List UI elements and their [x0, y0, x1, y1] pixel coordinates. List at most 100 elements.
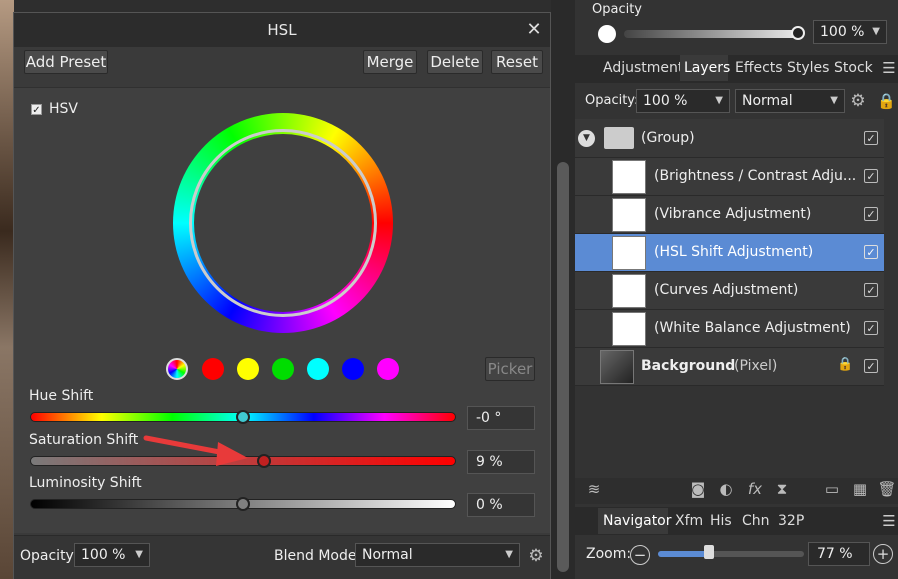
top-opacity-dropdown[interactable]: 100 % ▼	[813, 20, 887, 44]
adjustment-icon[interactable]: ◐	[716, 480, 736, 498]
gear-icon[interactable]: ⚙	[526, 546, 546, 566]
picker-button[interactable]: Picker	[485, 357, 535, 381]
add-preset-button[interactable]: Add Preset	[24, 50, 108, 74]
tab-channels[interactable]: Chn	[742, 508, 770, 534]
visibility-checkbox[interactable]: ✓	[864, 283, 878, 297]
visibility-checkbox[interactable]: ✓	[864, 359, 878, 373]
group-folder-icon[interactable]: ▭	[821, 480, 843, 498]
lock-icon[interactable]: 🔒	[837, 357, 853, 372]
folder-icon	[604, 127, 634, 149]
layer-row-selected[interactable]: (HSL Shift Adjustment) ✓	[575, 234, 884, 272]
layers-stack-icon[interactable]: ≋	[582, 480, 606, 498]
hue-shift-handle[interactable]	[236, 410, 250, 424]
adjustment-thumbnail	[612, 198, 646, 232]
lock-icon[interactable]: 🔒	[877, 92, 896, 110]
tab-styles[interactable]: Styles	[787, 55, 829, 81]
saturation-shift-value[interactable]: 9 %	[467, 450, 535, 474]
layer-row[interactable]: ▼ (Group) ✓	[575, 119, 884, 158]
master-swatch[interactable]	[166, 358, 188, 380]
chevron-down-icon: ▼	[135, 549, 143, 560]
layer-type: (Pixel)	[734, 358, 778, 374]
zoom-slider[interactable]	[658, 551, 804, 557]
hue-shift-value[interactable]: -0 °	[467, 406, 535, 430]
close-icon[interactable]: ✕	[524, 13, 544, 47]
green-swatch[interactable]	[272, 358, 294, 380]
opacity-label: Opacity:	[20, 548, 78, 564]
opacity-dropdown-value: 100 %	[81, 547, 126, 563]
tab-layers[interactable]: Layers	[680, 55, 730, 81]
hsl-dialog: HSL ✕ Add Preset Merge Delete Reset ✓ HS…	[13, 12, 551, 579]
layer-name: (Group)	[641, 130, 695, 146]
chevron-down-icon: ▼	[830, 95, 838, 106]
tab-32p[interactable]: 32P	[778, 508, 804, 534]
visibility-checkbox[interactable]: ✓	[864, 131, 878, 145]
opacity-dropdown[interactable]: 100 % ▼	[74, 543, 150, 567]
layer-name: (Vibrance Adjustment)	[654, 206, 812, 222]
dialog-body: ✓ HSV Picker Hue Shift -0 ° Saturation S…	[14, 87, 550, 533]
reset-button[interactable]: Reset	[491, 50, 543, 74]
tab-effects[interactable]: Effects	[735, 55, 783, 81]
layers-opacity-dropdown[interactable]: 100 % ▼	[636, 89, 730, 113]
layers-blend-dropdown[interactable]: Normal ▼	[735, 89, 845, 113]
zoom-out-icon[interactable]: −	[630, 545, 650, 565]
chevron-down-icon: ▼	[505, 549, 513, 560]
layer-row[interactable]: (Brightness / Contrast Adju... ✓	[575, 158, 884, 196]
layer-name: (Brightness / Contrast Adju...	[654, 168, 857, 184]
red-swatch[interactable]	[202, 358, 224, 380]
visibility-checkbox[interactable]: ✓	[864, 169, 878, 183]
trash-icon[interactable]: 🗑	[877, 480, 897, 498]
dialog-title: HSL	[14, 13, 550, 47]
panel-menu-icon[interactable]: ☰	[881, 59, 897, 77]
zoom-slider-fill	[658, 551, 710, 557]
layers-opacity-label: Opacity:	[585, 93, 639, 108]
cyan-swatch[interactable]	[307, 358, 329, 380]
layer-name: (White Balance Adjustment)	[654, 320, 851, 336]
hsv-label: HSV	[49, 101, 78, 117]
adjustment-thumbnail	[612, 236, 646, 270]
magenta-swatch[interactable]	[377, 358, 399, 380]
tab-navigator[interactable]: Navigator	[598, 508, 672, 534]
zoom-in-icon[interactable]: +	[873, 544, 893, 564]
expand-toggle-icon[interactable]: ▼	[578, 130, 595, 147]
layer-row[interactable]: (Vibrance Adjustment) ✓	[575, 196, 884, 234]
layer-row[interactable]: Background (Pixel) 🔒 ✓	[575, 348, 884, 386]
visibility-checkbox[interactable]: ✓	[864, 207, 878, 221]
visibility-checkbox[interactable]: ✓	[864, 245, 878, 259]
tab-xfm[interactable]: Xfm	[675, 508, 703, 534]
zoom-slider-handle[interactable]	[704, 545, 715, 559]
layer-row[interactable]: (White Balance Adjustment) ✓	[575, 310, 884, 348]
pixel-layer-thumbnail	[600, 350, 634, 384]
mask-icon[interactable]: ◙	[688, 480, 708, 498]
gear-icon[interactable]: ⚙	[849, 91, 867, 111]
pixel-layer-icon[interactable]: ▦	[850, 480, 870, 498]
blue-swatch[interactable]	[342, 358, 364, 380]
blend-mode-label: Blend Mode:	[274, 548, 362, 564]
scrollbar-thumb[interactable]	[557, 162, 569, 572]
luminosity-shift-handle[interactable]	[236, 497, 250, 511]
fx-icon[interactable]: fx	[744, 480, 766, 498]
panel-menu-icon[interactable]: ☰	[881, 512, 897, 530]
layer-row[interactable]: (Curves Adjustment) ✓	[575, 272, 884, 310]
top-opacity-slider[interactable]	[624, 30, 802, 38]
top-opacity-handle[interactable]	[791, 26, 805, 40]
merge-button[interactable]: Merge	[363, 50, 417, 74]
layer-name: Background	[641, 358, 736, 374]
zoom-value[interactable]: 77 %	[808, 542, 870, 566]
chevron-down-icon: ▼	[715, 95, 723, 106]
yellow-swatch[interactable]	[237, 358, 259, 380]
top-opacity-label: Opacity	[592, 2, 643, 17]
adjustment-thumbnail	[612, 274, 646, 308]
delete-button[interactable]: Delete	[427, 50, 483, 74]
hue-shift-label: Hue Shift	[29, 388, 94, 404]
hue-wheel[interactable]	[173, 113, 393, 333]
opacity-preview-dot	[598, 25, 616, 43]
tab-stock[interactable]: Stock	[834, 55, 873, 81]
luminosity-shift-value[interactable]: 0 %	[467, 493, 535, 517]
hsv-checkbox[interactable]: ✓	[31, 104, 42, 116]
wheel-center	[194, 134, 372, 312]
visibility-checkbox[interactable]: ✓	[864, 321, 878, 335]
tab-adjustment[interactable]: Adjustment	[603, 55, 683, 81]
live-filter-icon[interactable]: ⧗	[772, 480, 792, 498]
tab-history[interactable]: His	[710, 508, 732, 534]
blend-mode-dropdown[interactable]: Normal ▼	[355, 543, 520, 567]
